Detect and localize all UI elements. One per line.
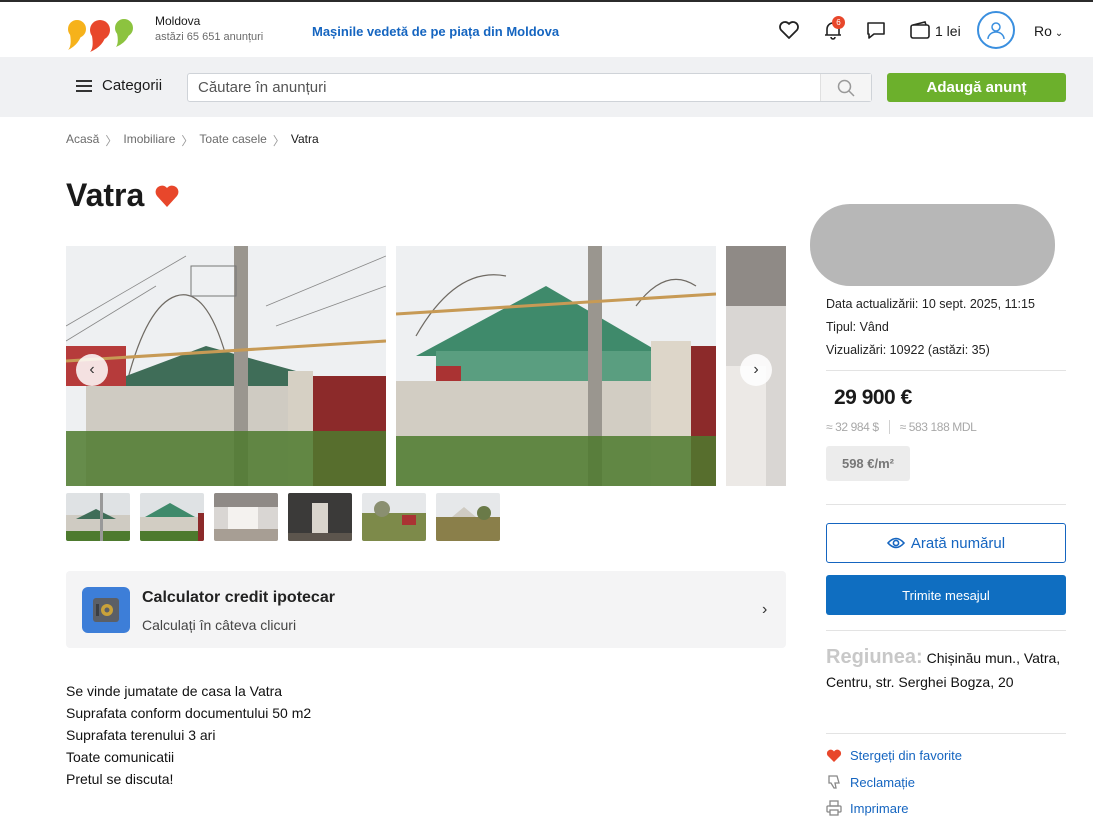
wallet-icon[interactable] xyxy=(908,18,932,42)
seller-info-blurred xyxy=(810,204,1055,286)
updated-date: Data actualizării: 10 sept. 2025, 11:15 xyxy=(826,297,1035,311)
price-usd: ≈ 32 984 $ xyxy=(826,420,879,434)
breadcrumb-home[interactable]: Acasă xyxy=(66,132,99,149)
breadcrumb-real-estate[interactable]: Imobiliare xyxy=(123,132,175,149)
notifications-badge: 6 xyxy=(832,16,845,29)
breadcrumb-separator: 〉 xyxy=(105,134,118,148)
price-eur: 29 900 € xyxy=(834,386,912,409)
view-count: Vizualizări: 10922 (astăzi: 35) xyxy=(826,343,990,357)
printer-icon xyxy=(826,800,842,816)
promo-link[interactable]: Mașinile vedetă de pe piața din Moldova xyxy=(312,24,559,39)
chevron-left-icon: ‹ xyxy=(89,361,95,378)
photo-thumbnails xyxy=(66,493,500,541)
search-icon xyxy=(837,79,855,97)
listing-type: Tipul: Vând xyxy=(826,320,889,334)
divider xyxy=(826,733,1066,734)
print-action[interactable]: Imprimare xyxy=(826,800,909,816)
breadcrumb-separator: 〉 xyxy=(181,134,194,148)
breadcrumb-separator: 〉 xyxy=(272,134,285,148)
add-listing-button[interactable]: Adaugă anunț xyxy=(887,73,1066,102)
thumbs-down-icon xyxy=(828,775,840,789)
gallery-photo[interactable] xyxy=(66,246,386,486)
thumbnail[interactable] xyxy=(288,493,352,541)
remove-favorite-label: Stergeți din favorite xyxy=(850,748,963,763)
eye-icon xyxy=(886,537,905,549)
search-button[interactable] xyxy=(820,74,871,101)
gallery-photo[interactable] xyxy=(396,246,716,486)
region-label: Regiunea: xyxy=(826,646,923,668)
breadcrumb-all-houses[interactable]: Toate casele xyxy=(199,132,266,149)
search-input[interactable] xyxy=(187,73,872,102)
ads-count: astăzi 65 651 anunțuri xyxy=(155,31,264,43)
mortgage-calculator-card[interactable]: Calculator credit ipotecar Calculați în … xyxy=(66,571,786,648)
price-mdl: ≈ 583 188 MDL xyxy=(899,420,977,434)
send-message-button[interactable]: Trimite mesajul xyxy=(826,575,1066,615)
user-icon xyxy=(987,22,1005,40)
menu-icon xyxy=(76,79,92,92)
calculator-title: Calculator credit ipotecar xyxy=(142,589,335,606)
remove-favorite-action[interactable]: Stergeți din favorite xyxy=(826,748,962,763)
user-avatar[interactable] xyxy=(977,11,1015,49)
top-bar: Moldova astăzi 65 651 anunțuri Mașinile … xyxy=(0,0,1093,57)
description-line: Se vinde jumatate de casa la Vatra xyxy=(66,683,283,699)
chevron-down-icon: ⌄ xyxy=(1054,28,1064,39)
favorite-heart-icon[interactable] xyxy=(154,184,180,208)
description-line: Pretul se discuta! xyxy=(66,771,174,787)
thumbnail[interactable] xyxy=(214,493,278,541)
region-selector[interactable]: Moldova astăzi 65 651 anunțuri xyxy=(155,14,263,43)
report-label: Reclamație xyxy=(850,774,916,790)
categories-label: Categorii xyxy=(102,77,163,94)
language-label: Ro xyxy=(1034,23,1052,39)
print-label: Imprimare xyxy=(850,800,909,816)
description-line: Suprafata terenului 3 ari xyxy=(66,727,216,743)
language-selector[interactable]: Ro ⌄ xyxy=(1034,23,1063,39)
thumbnail[interactable] xyxy=(66,493,130,541)
show-number-label: Arată numărul xyxy=(910,534,1006,552)
show-number-button[interactable]: Arată numărul xyxy=(826,523,1066,563)
messages-chat-icon[interactable] xyxy=(864,18,888,42)
chevron-right-icon: › xyxy=(762,601,768,618)
calculator-subtitle: Calculați în câteva clicuri xyxy=(142,617,297,633)
safe-icon xyxy=(82,587,130,633)
region-info: Regiunea: Chișinău mun., Vatra, Centru, … xyxy=(826,645,1066,694)
photo-gallery: ‹ › xyxy=(66,246,786,486)
gallery-prev-button[interactable]: ‹ xyxy=(76,354,108,386)
description-line: Suprafata conform documentului 50 m2 xyxy=(66,705,312,721)
heart-icon xyxy=(826,749,842,762)
listing-title-row: Vatra xyxy=(66,177,180,214)
description-line: Toate comunicatii xyxy=(66,749,175,765)
wallet-balance[interactable]: 1 lei xyxy=(935,23,961,39)
chevron-right-icon: › xyxy=(753,361,759,378)
gallery-next-button[interactable]: › xyxy=(740,354,772,386)
search-bar: Categorii Adaugă anunț xyxy=(0,57,1093,117)
thumbnail[interactable] xyxy=(436,493,500,541)
breadcrumb: Acasă 〉 Imobiliare 〉 Toate casele 〉 Vatr… xyxy=(66,132,319,149)
favorites-heart-icon[interactable] xyxy=(777,18,801,42)
site-logo[interactable] xyxy=(66,14,136,52)
breadcrumb-current: Vatra xyxy=(290,132,319,146)
region-name: Moldova xyxy=(155,14,201,28)
divider xyxy=(888,420,890,434)
thumbnail[interactable] xyxy=(362,493,426,541)
categories-button[interactable]: Categorii xyxy=(76,77,162,94)
report-action[interactable]: Reclamație xyxy=(826,774,915,790)
price-alternatives: ≈ 32 984 $ ≈ 583 188 MDL xyxy=(826,420,977,434)
listing-meta: Data actualizării: 10 sept. 2025, 11:15 … xyxy=(826,293,1035,362)
price-per-m2-badge: 598 €/m² xyxy=(826,446,910,481)
thumbnail[interactable] xyxy=(140,493,204,541)
listing-description: Se vinde jumatate de casa la Vatra Supra… xyxy=(66,680,311,790)
divider xyxy=(826,630,1066,631)
divider xyxy=(826,370,1066,371)
divider xyxy=(826,504,1066,505)
page-title: Vatra xyxy=(66,177,145,213)
